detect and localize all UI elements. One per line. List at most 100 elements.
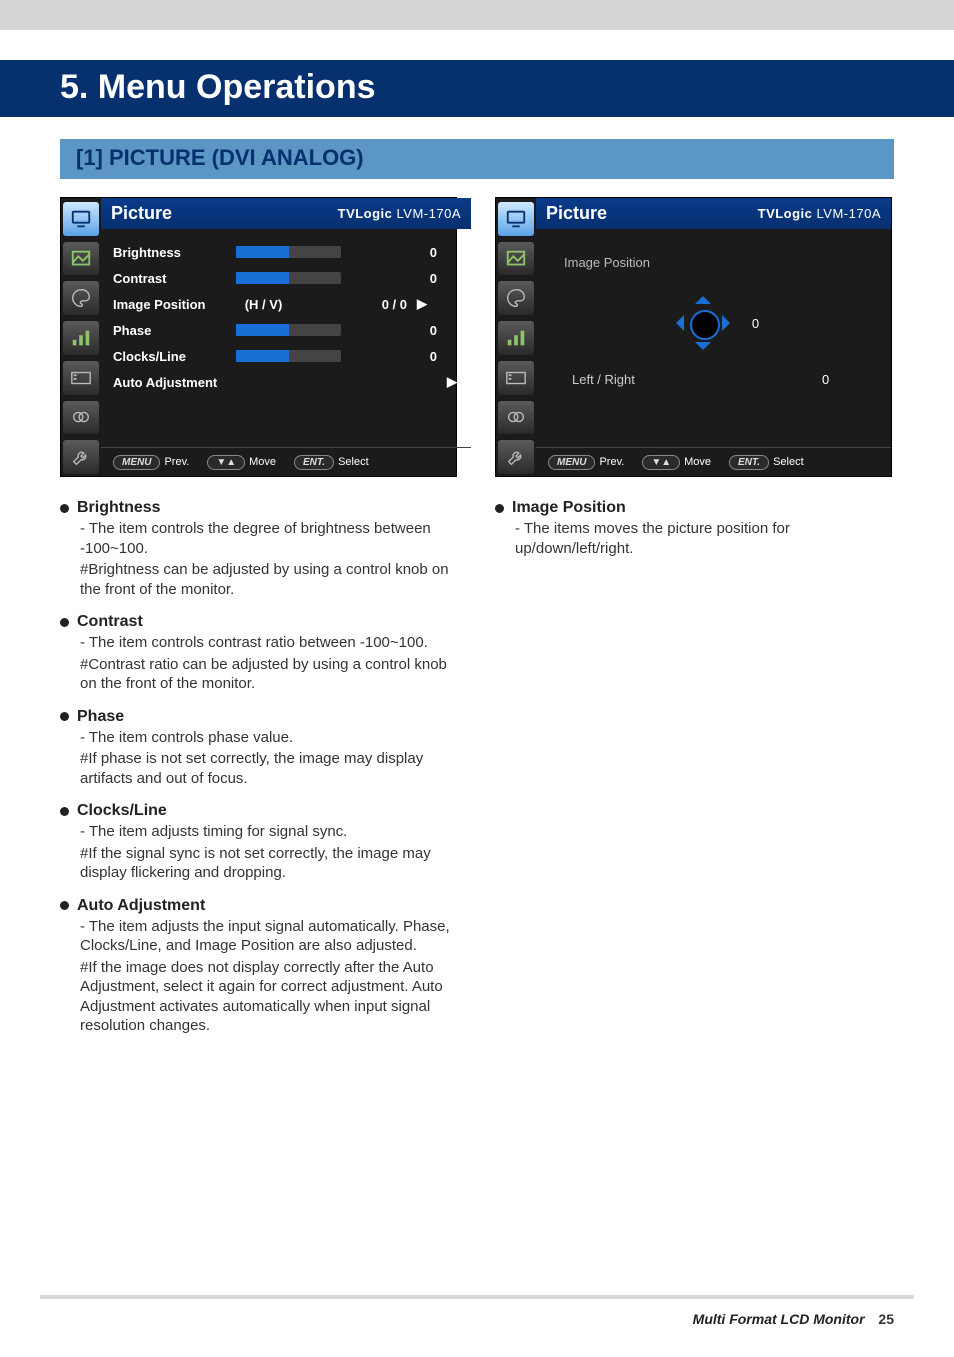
- slider-icon: [236, 350, 341, 362]
- description-item: Image Position - The items moves the pict…: [495, 499, 890, 558]
- rings-icon[interactable]: [498, 401, 534, 435]
- osd-panel-image-position: Picture TVLogic LVM-170A Image Position: [495, 197, 892, 477]
- description-item: Auto Adjustment - The item adjusts the in…: [60, 897, 455, 1036]
- osd-row-auto-adjustment[interactable]: Auto Adjustment ▶: [113, 369, 459, 395]
- description-line: #Brightness can be adjusted by using a c…: [80, 560, 455, 599]
- two-column-layout: Picture TVLogic LVM-170A Brightness 0 Co: [0, 197, 954, 1050]
- description-title: Auto Adjustment: [77, 897, 205, 915]
- down-arrow-icon: [695, 342, 711, 358]
- description-line: - The item adjusts the input signal auto…: [80, 917, 455, 956]
- video-icon[interactable]: [63, 361, 99, 395]
- osd-brand: TVLogic LVM-170A: [338, 206, 461, 221]
- right-column: Picture TVLogic LVM-170A Image Position: [495, 197, 890, 1050]
- description-line: - The item controls the degree of bright…: [80, 519, 455, 558]
- slider-icon: [236, 246, 341, 258]
- left-right-label: Left / Right: [572, 372, 692, 387]
- arrows-pill: ▼▲: [642, 455, 680, 470]
- description-line: - The items moves the picture position f…: [515, 519, 890, 558]
- osd-title: Picture: [546, 203, 607, 224]
- monitor-icon[interactable]: [63, 202, 99, 236]
- osd-footer: MENUPrev. ▼▲Move ENT.Select: [536, 447, 891, 476]
- description-title: Contrast: [77, 613, 143, 631]
- footer-title: Multi Format LCD Monitor: [693, 1311, 865, 1327]
- footer-separator: [40, 1295, 914, 1299]
- page-footer: Multi Format LCD Monitor 25: [693, 1311, 894, 1327]
- osd-title: Picture: [111, 203, 172, 224]
- descriptions-left: Brightness - The item controls the degree…: [60, 499, 455, 1036]
- description-line: - The item controls contrast ratio betwe…: [80, 633, 455, 653]
- wrench-icon[interactable]: [63, 440, 99, 474]
- osd-body: Image Position 0 L: [536, 229, 891, 447]
- video-icon[interactable]: [498, 361, 534, 395]
- osd-panel-picture: Picture TVLogic LVM-170A Brightness 0 Co: [60, 197, 457, 477]
- section-title: [1] PICTURE (DVI ANALOG): [60, 139, 894, 179]
- osd-brand: TVLogic LVM-170A: [758, 206, 881, 221]
- dpad-icon[interactable]: [668, 288, 738, 358]
- description-title: Brightness: [77, 499, 161, 517]
- left-right-value: 0: [806, 372, 846, 387]
- bullet-icon: [60, 504, 69, 513]
- description-line: - The item adjusts timing for signal syn…: [80, 822, 455, 842]
- arrows-pill: ▼▲: [207, 455, 245, 470]
- levels-icon[interactable]: [498, 321, 534, 355]
- ent-pill: ENT.: [294, 455, 334, 470]
- image-position-label: Image Position: [564, 255, 875, 270]
- bullet-icon: [495, 504, 504, 513]
- description-line: #If the image does not display correctly…: [80, 958, 455, 1036]
- osd-sidebar: [496, 198, 536, 476]
- osd-footer: MENUPrev. ▼▲Move ENT.Select: [101, 447, 471, 476]
- description-heading: Clocks/Line: [60, 802, 455, 820]
- monitor-icon[interactable]: [498, 202, 534, 236]
- bullet-icon: [60, 618, 69, 627]
- osd-titlebar: Picture TVLogic LVM-170A: [536, 198, 891, 229]
- chevron-right-icon: ▶: [445, 374, 459, 390]
- left-arrow-icon: [668, 315, 684, 331]
- menu-pill: MENU: [548, 455, 595, 470]
- up-arrow-icon: [695, 288, 711, 304]
- levels-icon[interactable]: [63, 321, 99, 355]
- slider-icon: [236, 272, 341, 284]
- bullet-icon: [60, 712, 69, 721]
- description-item: Contrast - The item controls contrast rat…: [60, 613, 455, 694]
- picture-icon[interactable]: [63, 242, 99, 276]
- menu-pill: MENU: [113, 455, 160, 470]
- palette-icon[interactable]: [63, 281, 99, 315]
- bullet-icon: [60, 807, 69, 816]
- left-column: Picture TVLogic LVM-170A Brightness 0 Co: [60, 197, 455, 1050]
- description-heading: Contrast: [60, 613, 455, 631]
- rings-icon[interactable]: [63, 401, 99, 435]
- descriptions-right: Image Position - The items moves the pict…: [495, 499, 890, 558]
- osd-row-image-position[interactable]: Image Position (H / V) 0 / 0 ▶: [113, 291, 459, 317]
- description-item: Clocks/Line - The item adjusts timing for…: [60, 802, 455, 883]
- description-heading: Brightness: [60, 499, 455, 517]
- osd-row-contrast[interactable]: Contrast 0: [113, 265, 459, 291]
- page-number: 25: [878, 1311, 894, 1327]
- description-line: #Contrast ratio can be adjusted by using…: [80, 655, 455, 694]
- description-line: #If phase is not set correctly, the imag…: [80, 749, 455, 788]
- description-title: Phase: [77, 708, 124, 726]
- description-title: Clocks/Line: [77, 802, 167, 820]
- description-item: Brightness - The item controls the degree…: [60, 499, 455, 599]
- chapter-title: 5. Menu Operations: [0, 60, 954, 117]
- slider-icon: [236, 324, 341, 336]
- description-title: Image Position: [512, 499, 626, 517]
- center-circle-icon: [690, 310, 720, 340]
- picture-icon[interactable]: [498, 242, 534, 276]
- description-heading: Auto Adjustment: [60, 897, 455, 915]
- description-heading: Image Position: [495, 499, 890, 517]
- wrench-icon[interactable]: [498, 440, 534, 474]
- description-heading: Phase: [60, 708, 455, 726]
- osd-row-brightness[interactable]: Brightness 0: [113, 239, 459, 265]
- osd-sidebar: [61, 198, 101, 476]
- hv-value: 0: [752, 316, 759, 331]
- right-arrow-icon: [722, 315, 738, 331]
- osd-row-clocks-line[interactable]: Clocks/Line 0: [113, 343, 459, 369]
- osd-row-phase[interactable]: Phase 0: [113, 317, 459, 343]
- description-line: - The item controls phase value.: [80, 728, 455, 748]
- osd-titlebar: Picture TVLogic LVM-170A: [101, 198, 471, 229]
- chevron-right-icon: ▶: [415, 296, 429, 312]
- document-page: 5. Menu Operations [1] PICTURE (DVI ANAL…: [0, 0, 954, 1357]
- bullet-icon: [60, 901, 69, 910]
- palette-icon[interactable]: [498, 281, 534, 315]
- osd-body: Brightness 0 Contrast 0: [101, 229, 471, 447]
